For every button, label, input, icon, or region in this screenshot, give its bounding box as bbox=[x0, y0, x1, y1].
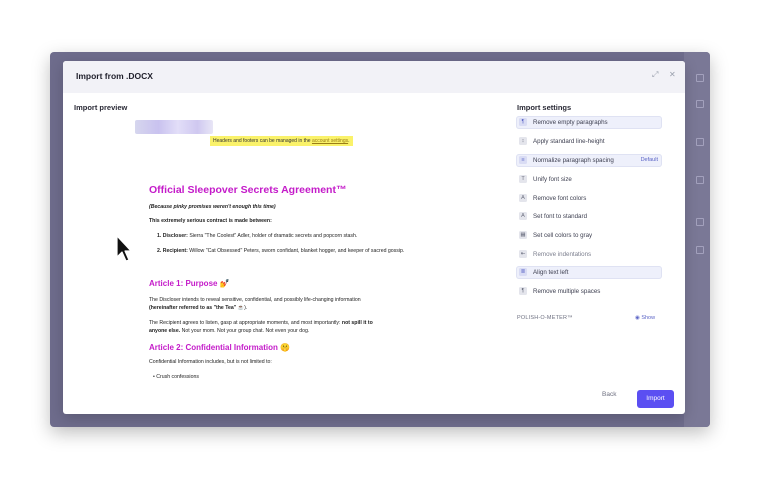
expand-icon[interactable]: ⤢ bbox=[652, 71, 658, 79]
party-text: Willow "Cat Obsessed" Peters, sworn conf… bbox=[187, 248, 405, 254]
setting-align-text-left[interactable]: ≣ Align text left bbox=[516, 266, 662, 279]
show-toggle[interactable]: ◉ Show bbox=[635, 315, 655, 321]
dialog-header: Import from .DOCX ⤢ ✕ bbox=[63, 61, 685, 93]
dialog-title: Import from .DOCX bbox=[76, 71, 153, 81]
setting-label: Set cell colors to gray bbox=[533, 232, 593, 239]
align-left-icon: ≣ bbox=[519, 268, 527, 276]
party-role: Discloser: bbox=[162, 233, 188, 239]
line-height-icon: ↕ bbox=[519, 137, 527, 145]
bg-icon bbox=[696, 100, 704, 108]
party-text: Sierra "The Coolest" Adler, holder of dr… bbox=[187, 233, 358, 239]
default-badge: Default bbox=[640, 157, 658, 163]
mouse-cursor-icon bbox=[116, 235, 132, 262]
preview-label: Import preview bbox=[74, 103, 128, 112]
setting-remove-indentations[interactable]: ⇤ Remove indentations bbox=[516, 248, 662, 261]
font-color-icon: A bbox=[519, 194, 527, 202]
article-1-paragraph: The Discloser intends to reveal sensitiv… bbox=[149, 297, 361, 303]
spacing-icon: ≡ bbox=[519, 156, 527, 164]
document-title: Official Sleepover Secrets Agreement™ bbox=[149, 184, 347, 196]
document-logo bbox=[135, 120, 213, 134]
table-icon: ▦ bbox=[519, 231, 527, 239]
setting-label: Align text left bbox=[533, 269, 569, 276]
font-icon: A bbox=[519, 212, 527, 220]
tea-term: (hereinafter referred to as "the Tea" bbox=[149, 305, 238, 311]
article-1-paragraph-2: The Recipient agrees to listen, gasp at … bbox=[149, 319, 373, 327]
font-size-icon: T bbox=[519, 175, 527, 183]
header-footer-note: Headers and footers can be managed in th… bbox=[210, 136, 353, 146]
article-1-paragraph-cont: (hereinafter referred to as "the Tea" ☕)… bbox=[149, 304, 247, 312]
account-settings-link[interactable]: account settings bbox=[312, 138, 348, 144]
indent-icon: ⇤ bbox=[519, 250, 527, 258]
bg-icon bbox=[696, 138, 704, 146]
list-item-text: Crush confessions bbox=[156, 374, 199, 380]
setting-apply-standard-line-height[interactable]: ↕ Apply standard line-height bbox=[516, 135, 662, 148]
party-item: 1. Discloser: Sierra "The Coolest" Adler… bbox=[157, 232, 427, 240]
close-icon[interactable]: ✕ bbox=[669, 71, 676, 79]
back-button[interactable]: Back bbox=[602, 391, 616, 398]
bg-icon bbox=[696, 74, 704, 82]
document-preview[interactable]: Headers and footers can be managed in th… bbox=[127, 112, 442, 382]
setting-label: Remove font colors bbox=[533, 195, 587, 202]
setting-label: Unify font size bbox=[533, 176, 572, 183]
setting-label: Apply standard line-height bbox=[533, 138, 605, 145]
setting-unify-font-size[interactable]: T Unify font size bbox=[516, 173, 662, 186]
import-button[interactable]: Import bbox=[637, 390, 674, 408]
import-dialog: Import from .DOCX ⤢ ✕ Import preview Imp… bbox=[63, 61, 685, 414]
article-1-p2-bold-2: anyone else. bbox=[149, 328, 181, 334]
setting-remove-font-colors[interactable]: A Remove font colors bbox=[516, 192, 662, 205]
bg-icon bbox=[696, 218, 704, 226]
article-1-p2-text-2: Not your mom. Not your group chat. Not e… bbox=[180, 328, 310, 334]
setting-normalize-paragraph-spacing[interactable]: ≡ Normalize paragraph spacing Default bbox=[516, 154, 662, 167]
setting-label: Remove indentations bbox=[533, 251, 592, 258]
setting-remove-multiple-spaces[interactable]: ¶ Remove multiple spaces bbox=[516, 285, 662, 298]
tea-term-end: ☕). bbox=[237, 305, 248, 311]
setting-label: Remove multiple spaces bbox=[533, 288, 601, 295]
article-1-paragraph-2-cont: anyone else. Not your mom. Not your grou… bbox=[149, 327, 309, 335]
setting-remove-empty-paragraphs[interactable]: ¶ Remove empty paragraphs bbox=[516, 116, 662, 129]
article-1-p2-text: The Recipient agrees to listen, gasp at … bbox=[149, 320, 342, 326]
document-subtitle: (Because pinky promises weren't enough t… bbox=[149, 204, 276, 210]
party-item: 2. Recipient: Willow "Cat Obsessed" Pete… bbox=[157, 247, 427, 255]
document-intro: This extremely serious contract is made … bbox=[149, 218, 272, 224]
setting-label: Set font to standard bbox=[533, 213, 588, 220]
article-2-paragraph: Confidential Information includes, but i… bbox=[149, 359, 272, 365]
list-item: • Crush confessions bbox=[153, 374, 199, 380]
party-number: 1. bbox=[157, 233, 162, 239]
background-sidebar bbox=[684, 52, 710, 427]
header-note-text: Headers and footers can be managed in th… bbox=[213, 138, 312, 144]
bg-icon bbox=[696, 246, 704, 254]
header-note-end: . bbox=[348, 138, 350, 144]
setting-set-cell-colors-to-gray[interactable]: ▦ Set cell colors to gray bbox=[516, 229, 662, 242]
paragraph-icon: ¶ bbox=[519, 118, 527, 126]
article-1-heading: Article 1: Purpose 💅 bbox=[149, 279, 230, 288]
party-role: Recipient: bbox=[162, 248, 188, 254]
polish-o-meter-label: POLISH-O-METER™ bbox=[517, 315, 573, 321]
setting-label: Normalize paragraph spacing bbox=[533, 157, 614, 164]
bg-icon bbox=[696, 176, 704, 184]
article-2-heading: Article 2: Confidential Information 🤫 bbox=[149, 343, 291, 352]
setting-label: Remove empty paragraphs bbox=[533, 119, 608, 126]
settings-label: Import settings bbox=[517, 103, 572, 112]
spaces-icon: ¶ bbox=[519, 287, 527, 295]
article-1-p2-bold: not spill it to bbox=[341, 320, 373, 326]
party-number: 2. bbox=[157, 248, 162, 254]
setting-set-font-to-standard[interactable]: A Set font to standard bbox=[516, 210, 662, 223]
